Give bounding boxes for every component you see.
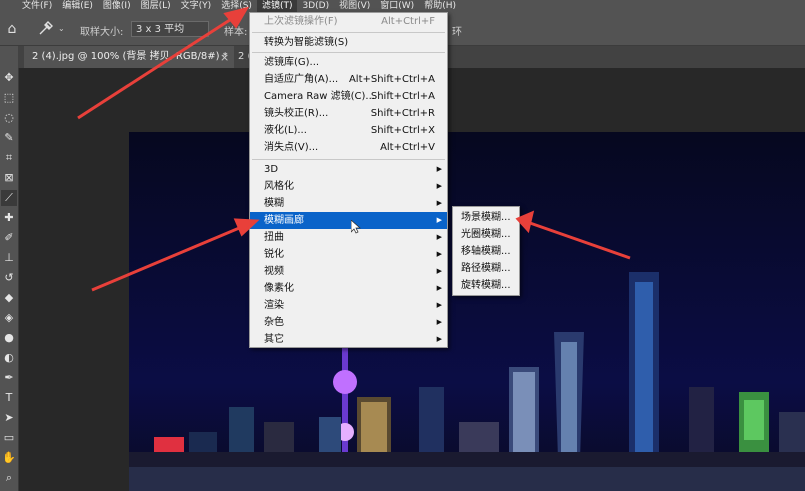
annotation-arrowhead xyxy=(233,218,260,237)
annotation-arrow-line xyxy=(77,14,237,120)
annotation-arrowhead xyxy=(515,210,535,234)
annotation-arrow-line xyxy=(529,221,631,260)
annotation-arrows-overlay xyxy=(77,6,631,292)
annotation-arrow-line xyxy=(91,224,245,292)
annotation-arrowhead xyxy=(223,6,250,29)
